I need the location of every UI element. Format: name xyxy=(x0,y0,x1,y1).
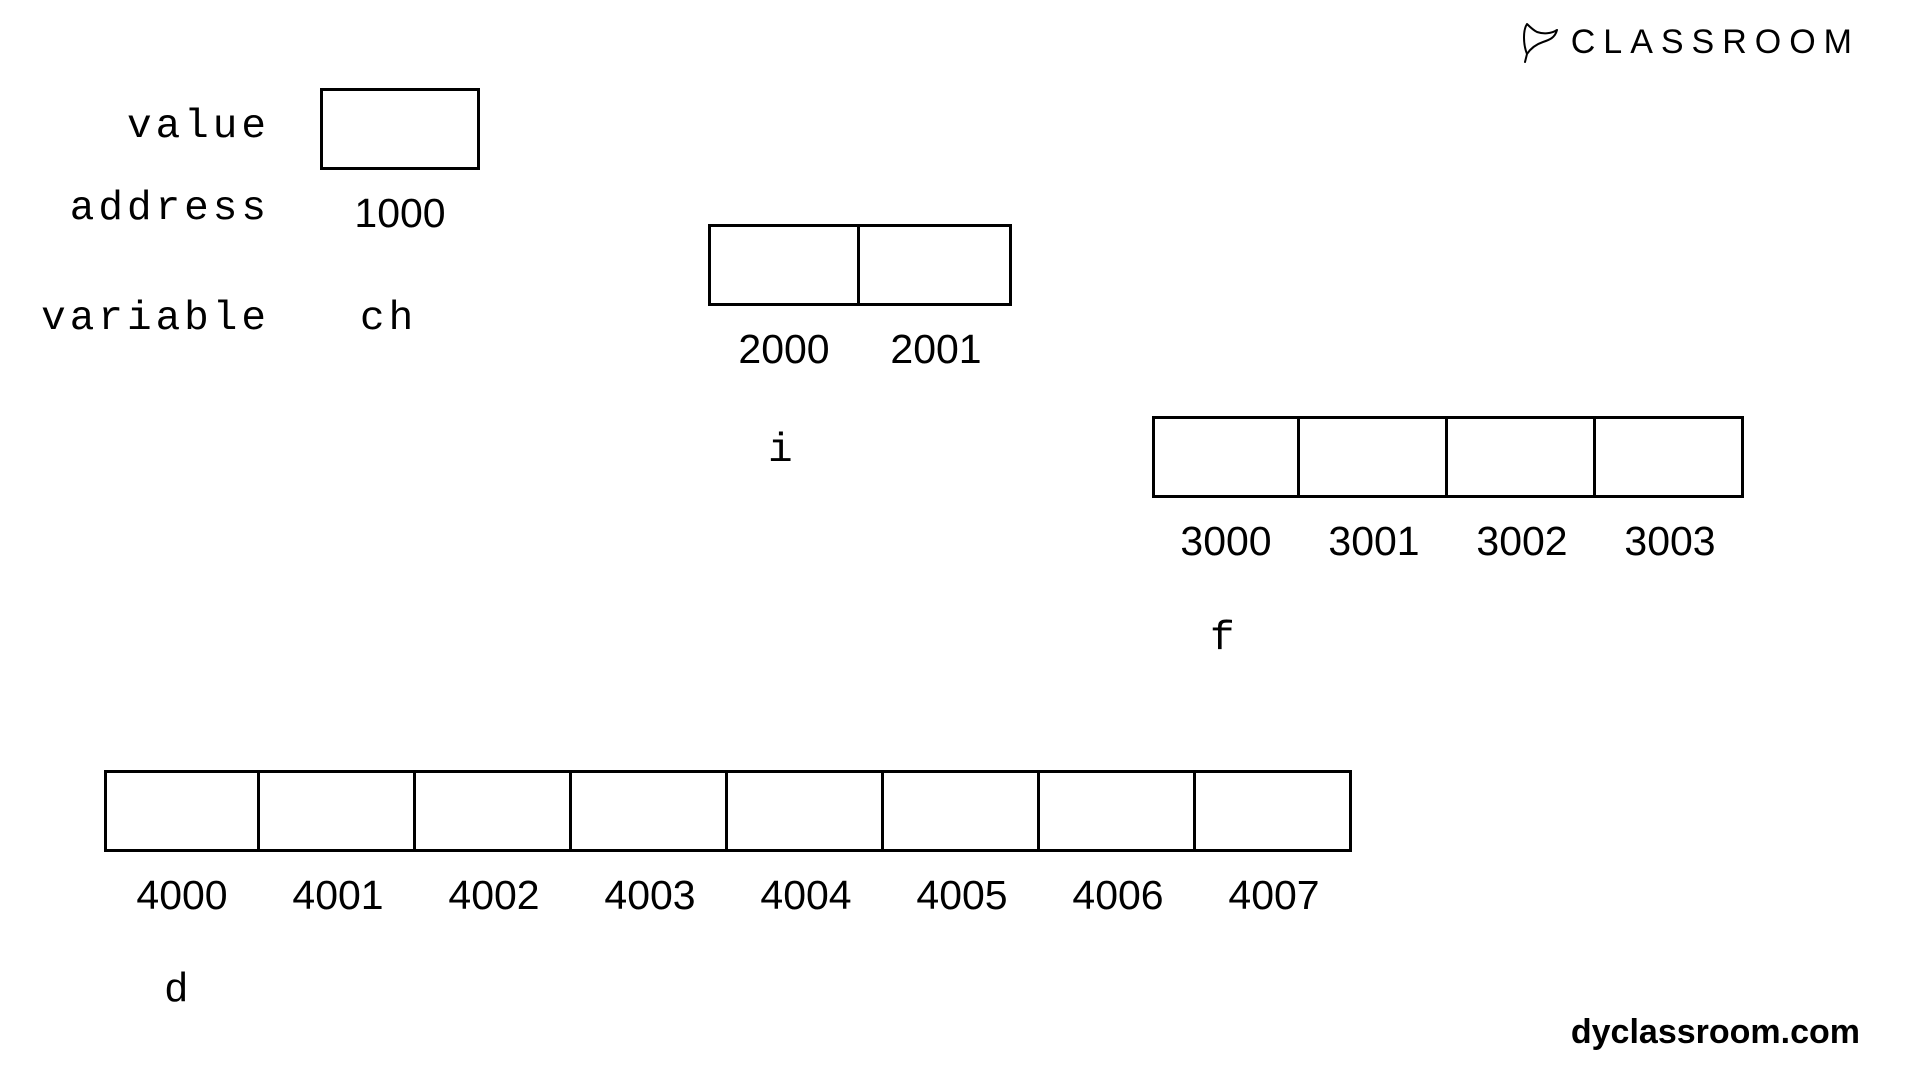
memory-cell xyxy=(572,770,728,852)
var-ch-addresses: 1000 xyxy=(320,190,480,237)
var-i-name: i xyxy=(768,428,797,474)
row-label-value: value xyxy=(127,104,270,150)
memory-cell xyxy=(884,770,1040,852)
address-value: 4004 xyxy=(728,872,884,919)
var-d xyxy=(104,770,1352,852)
address-value: 3000 xyxy=(1152,518,1300,565)
memory-cell xyxy=(104,770,260,852)
var-i-cells xyxy=(708,224,1012,306)
address-value: 4000 xyxy=(104,872,260,919)
var-ch-name: ch xyxy=(360,296,417,342)
address-value: 3001 xyxy=(1300,518,1448,565)
var-d-name: d xyxy=(164,968,193,1014)
memory-cell xyxy=(416,770,572,852)
row-label-address: address xyxy=(70,186,270,232)
memory-cell xyxy=(708,224,860,306)
memory-cell xyxy=(728,770,884,852)
address-value: 4001 xyxy=(260,872,416,919)
memory-cell xyxy=(1196,770,1352,852)
memory-cell xyxy=(1300,416,1448,498)
address-value: 4002 xyxy=(416,872,572,919)
address-value: 2001 xyxy=(860,326,1012,373)
memory-cell xyxy=(260,770,416,852)
var-d-addresses: 4000 4001 4002 4003 4004 4005 4006 4007 xyxy=(104,872,1352,919)
address-value: 4006 xyxy=(1040,872,1196,919)
footer-url: dyclassroom.com xyxy=(1571,1013,1860,1052)
row-label-variable: variable xyxy=(41,296,270,342)
logo-text: CLASSROOM xyxy=(1571,23,1860,62)
memory-cell xyxy=(860,224,1012,306)
memory-cell xyxy=(1448,416,1596,498)
logo: CLASSROOM xyxy=(1521,20,1860,64)
var-ch xyxy=(320,88,480,170)
var-f-cells xyxy=(1152,416,1744,498)
address-value: 4003 xyxy=(572,872,728,919)
memory-cell xyxy=(320,88,480,170)
var-f-addresses: 3000 3001 3002 3003 xyxy=(1152,518,1744,565)
var-d-cells xyxy=(104,770,1352,852)
address-value: 3002 xyxy=(1448,518,1596,565)
var-ch-cells xyxy=(320,88,480,170)
logo-icon xyxy=(1521,20,1561,64)
memory-cell xyxy=(1152,416,1300,498)
var-i xyxy=(708,224,1012,306)
address-value: 4005 xyxy=(884,872,1040,919)
address-value: 3003 xyxy=(1596,518,1744,565)
var-i-addresses: 2000 2001 xyxy=(708,326,1012,373)
memory-cell xyxy=(1040,770,1196,852)
address-value: 4007 xyxy=(1196,872,1352,919)
address-value: 2000 xyxy=(708,326,860,373)
var-f-name: f xyxy=(1210,616,1239,662)
var-f xyxy=(1152,416,1744,498)
memory-cell xyxy=(1596,416,1744,498)
address-value: 1000 xyxy=(320,190,480,237)
